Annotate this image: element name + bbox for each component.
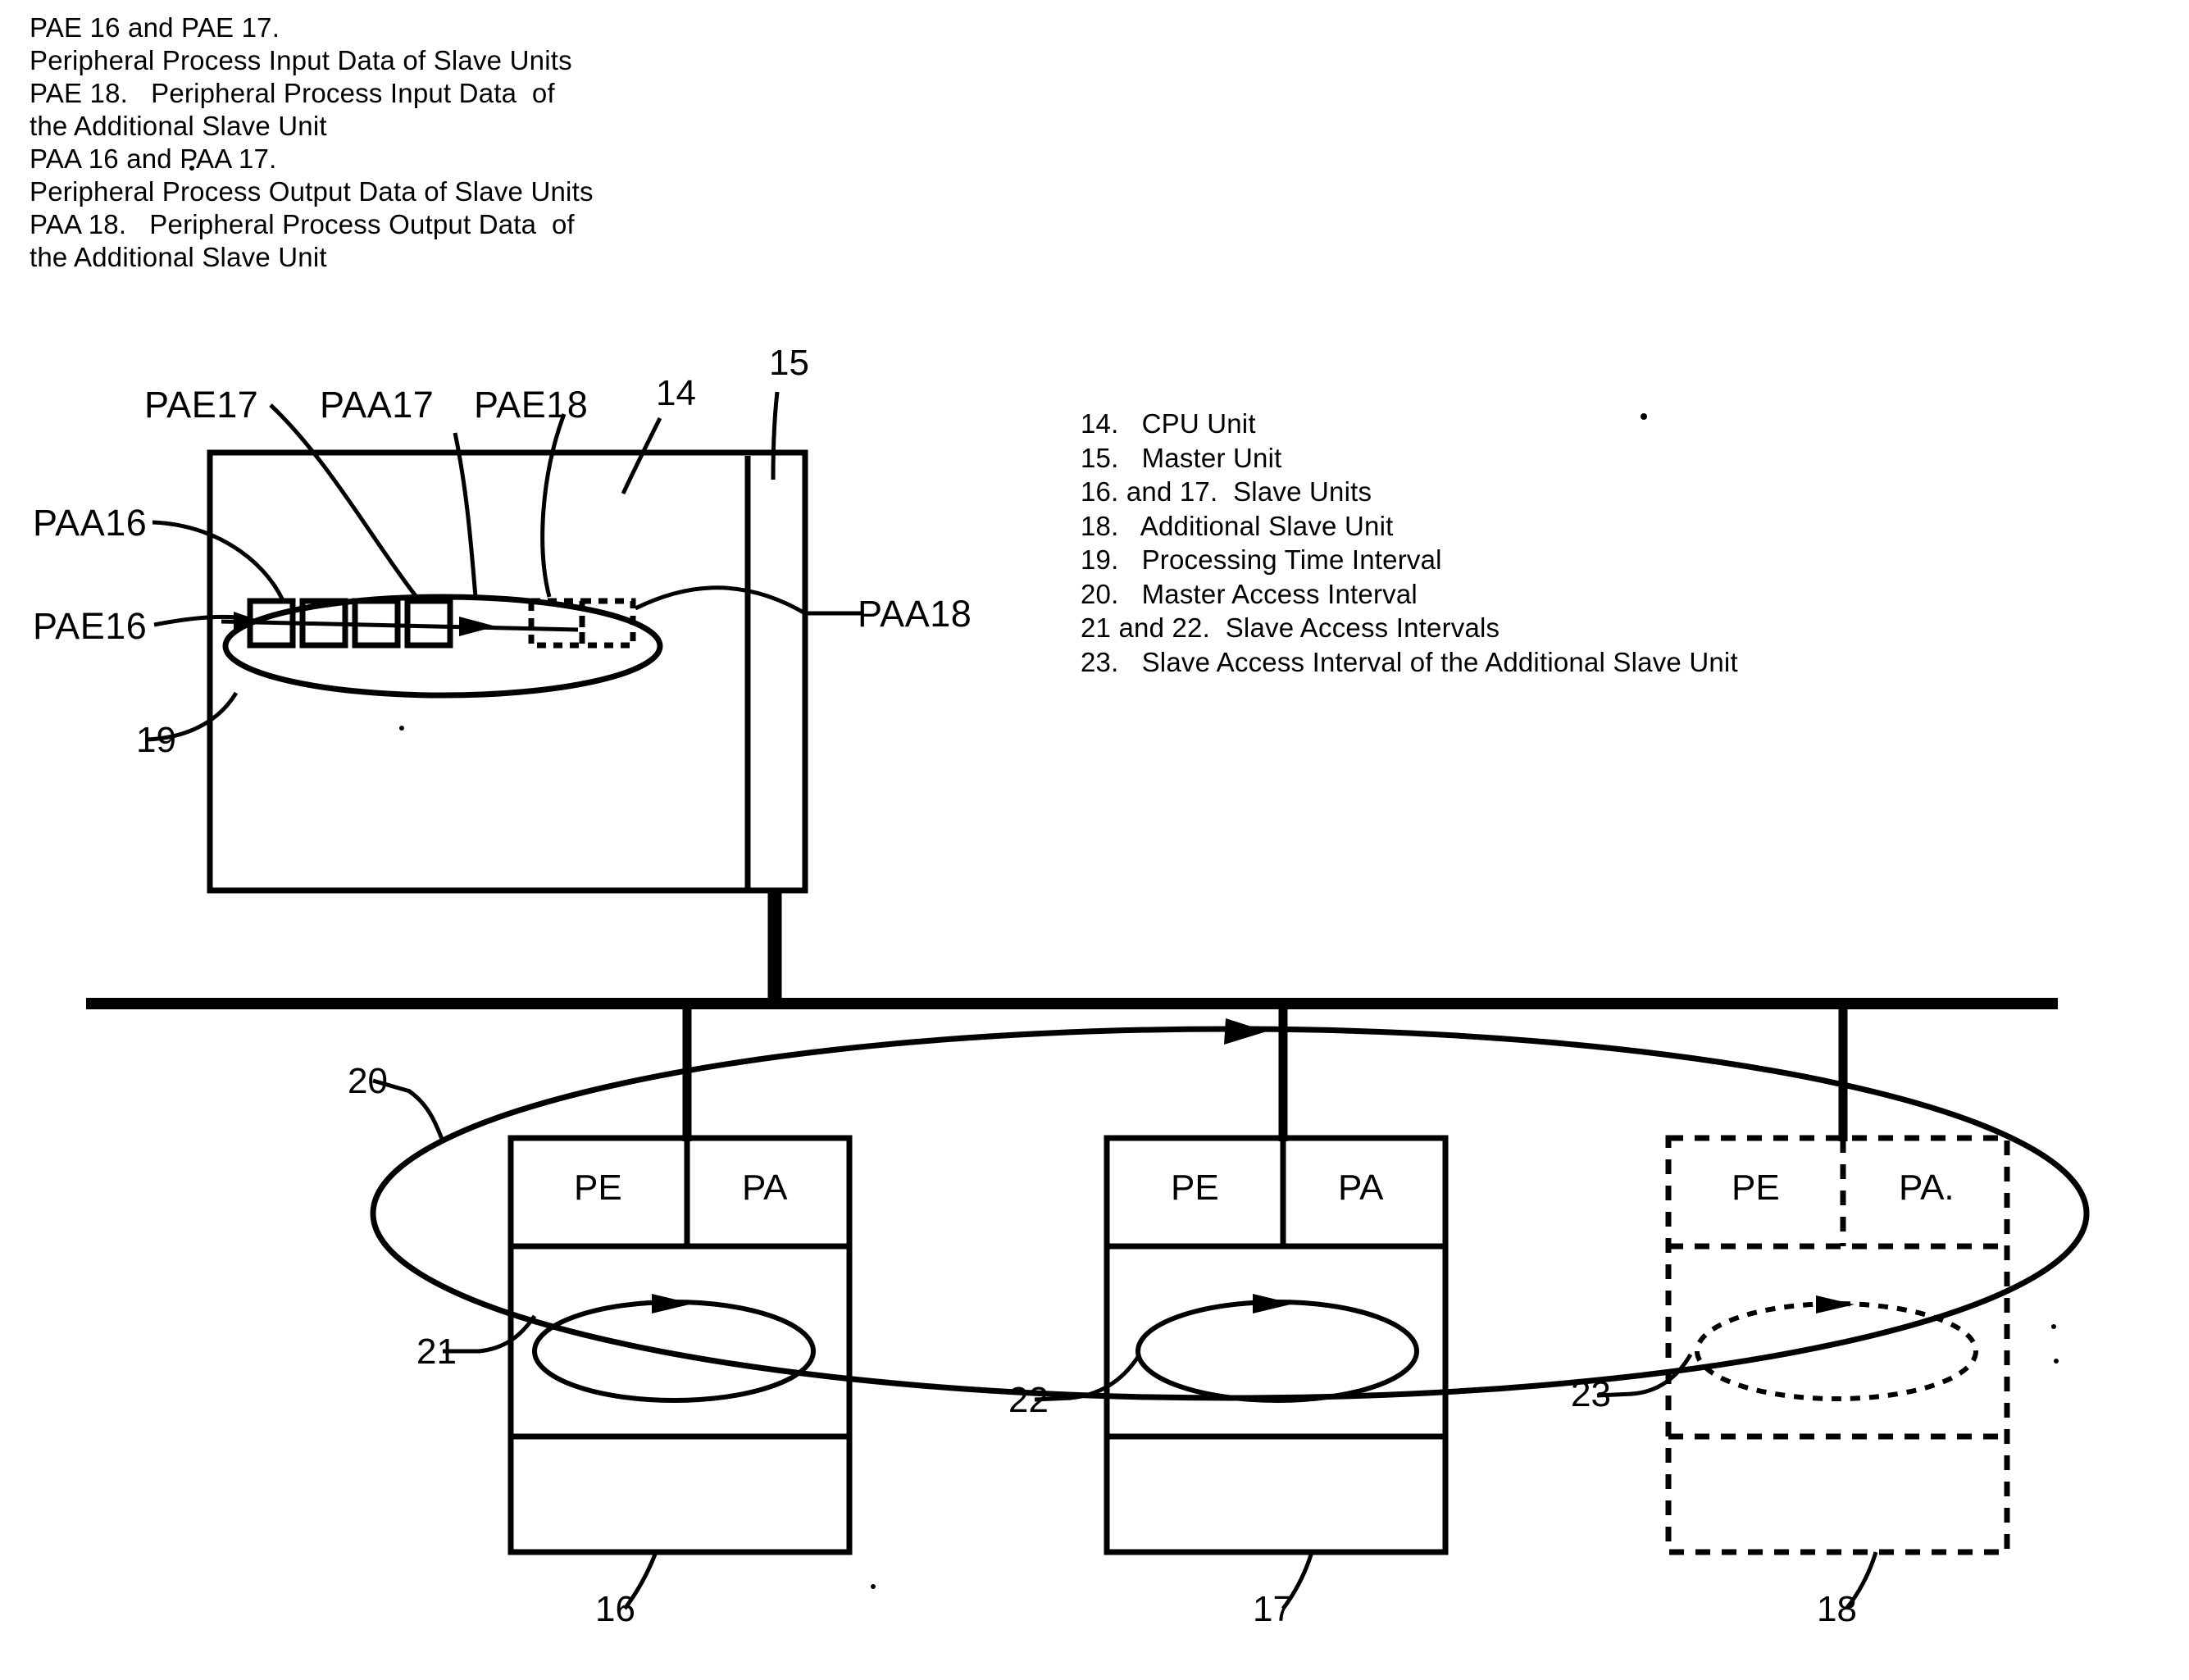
- master-access-interval-ellipse: [370, 1026, 2090, 1401]
- scan-speck-4: [399, 726, 404, 731]
- slave17-interval-arrowhead: [1253, 1294, 1294, 1313]
- slave18-pe-label: PE: [1732, 1168, 1780, 1208]
- ref-14: 14: [656, 373, 696, 413]
- ref-19: 19: [136, 720, 176, 760]
- leader-paa17: [453, 432, 478, 598]
- ref-15: 15: [769, 343, 809, 383]
- slave18-pa-label: PA.: [1899, 1168, 1955, 1208]
- scan-speck-5: [189, 166, 194, 171]
- leader-pae17: [269, 403, 418, 599]
- slave-unit-16-box: [507, 1135, 853, 1555]
- slave18-interval-arrowhead: [1816, 1295, 1855, 1313]
- ref-16: 16: [595, 1589, 635, 1629]
- cpu-unit-box: [207, 449, 808, 894]
- label-paa16: PAA16: [33, 502, 148, 544]
- slave17-pa-label: PA: [1338, 1168, 1384, 1208]
- label-pae16: PAE16: [33, 605, 148, 647]
- ref-18: 18: [1817, 1589, 1857, 1629]
- label-paa17: PAA17: [320, 384, 435, 426]
- slave16-pa-label: PA: [742, 1168, 788, 1208]
- scan-speck-3: [871, 1584, 876, 1589]
- label-paa18: PAA18: [858, 593, 972, 635]
- scan-speck-1: [2051, 1324, 2056, 1329]
- master-access-arrowhead: [1224, 1018, 1267, 1045]
- leader-paa16: [152, 520, 285, 602]
- slave16-pe-label: PE: [574, 1168, 622, 1208]
- field-bus: [86, 998, 2058, 1009]
- figure-drawing: [86, 166, 2090, 1610]
- leader-pae18: [540, 413, 567, 598]
- ref-17: 17: [1253, 1589, 1293, 1629]
- leader-14: [621, 417, 662, 495]
- label-pae18: PAE18: [474, 384, 589, 426]
- slave17-pe-label: PE: [1171, 1168, 1219, 1208]
- ref-22: 22: [1008, 1380, 1049, 1420]
- patent-figure: PAE 16 and PAE 17. Peripheral Process In…: [0, 0, 2189, 1680]
- cpu-cell-paa17: [404, 598, 453, 649]
- scan-speck-2: [2054, 1359, 2059, 1364]
- ref-21: 21: [416, 1332, 457, 1372]
- ref-23: 23: [1571, 1374, 1611, 1414]
- slave-unit-17-box: [1104, 1135, 1449, 1555]
- leader-paa18: [634, 585, 807, 616]
- label-pae17: PAE17: [144, 384, 259, 426]
- slave17-access-interval-ellipse: [1135, 1300, 1419, 1403]
- leader-20: [407, 1088, 445, 1142]
- cpu-flow-arrowhead: [459, 617, 496, 636]
- leader-15: [771, 391, 780, 480]
- slave16-interval-arrowhead: [652, 1294, 693, 1313]
- scan-speck-6: [1641, 413, 1647, 420]
- slave18-access-interval-ellipse: [1695, 1301, 1978, 1401]
- ref-20: 20: [348, 1061, 388, 1101]
